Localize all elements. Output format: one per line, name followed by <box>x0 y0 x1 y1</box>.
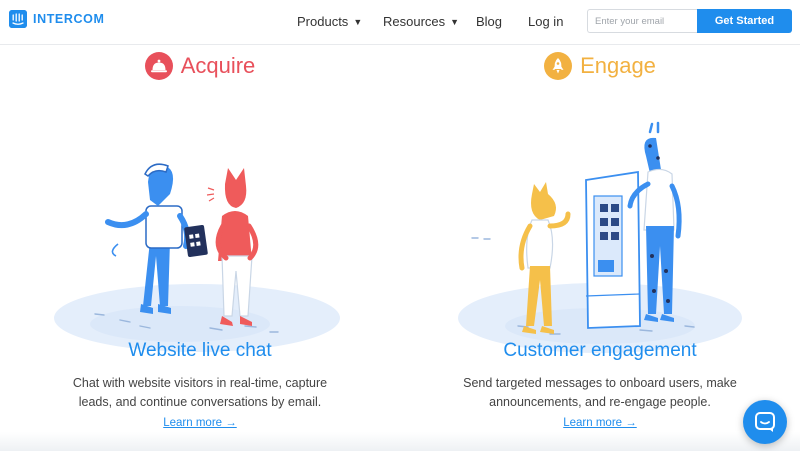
nav-blog[interactable]: Blog <box>476 14 502 29</box>
engage-title: Customer engagement <box>503 340 697 361</box>
rocket-icon <box>544 52 573 80</box>
acquire-title: Website live chat <box>128 340 272 361</box>
acquire-illustration <box>54 163 340 352</box>
email-input[interactable] <box>587 9 697 33</box>
engage-description: Send targeted messages to onboard users,… <box>463 376 737 409</box>
nav-resources[interactable]: Resources ▼ <box>383 14 459 29</box>
engage-illustration <box>458 121 742 353</box>
section-divider <box>0 432 800 451</box>
acquire-heading-text: Acquire <box>180 53 256 78</box>
engage-heading: Engage <box>400 52 800 80</box>
nav-products-label: Products <box>297 14 349 29</box>
acquire-description: Chat with website visitors in real-time,… <box>72 376 328 409</box>
messenger-launcher-button[interactable] <box>743 400 787 444</box>
acquire-heading: Acquire <box>0 52 400 80</box>
engage-heading-text: Engage <box>580 53 656 78</box>
clipboard-figure <box>184 225 208 257</box>
get-started-button[interactable]: Get Started <box>697 9 792 33</box>
acquire-learn-more-container: Learn more → <box>0 417 400 429</box>
top-navbar: INTERCOM Products ▼ Resources ▼ Blog Log i… <box>0 0 800 45</box>
chevron-down-icon: ▼ <box>450 17 460 27</box>
acquire-learn-more-link[interactable]: Learn more → <box>163 417 237 429</box>
nav-products[interactable]: Products ▼ <box>297 14 362 29</box>
nav-resources-label: Resources <box>383 14 446 29</box>
nav-login[interactable]: Log in <box>528 14 563 29</box>
engage-section: Engage Customer engagement Send targeted… <box>400 44 800 451</box>
chevron-down-icon: ▼ <box>353 17 363 27</box>
engage-learn-more-container: Learn more → <box>400 417 800 429</box>
acquire-section: Acquire Website live chat Chat with webs… <box>0 44 400 451</box>
chat-bubble-icon <box>755 412 775 432</box>
service-bell-icon <box>144 52 173 80</box>
engage-learn-more-link[interactable]: Learn more → <box>563 417 637 429</box>
